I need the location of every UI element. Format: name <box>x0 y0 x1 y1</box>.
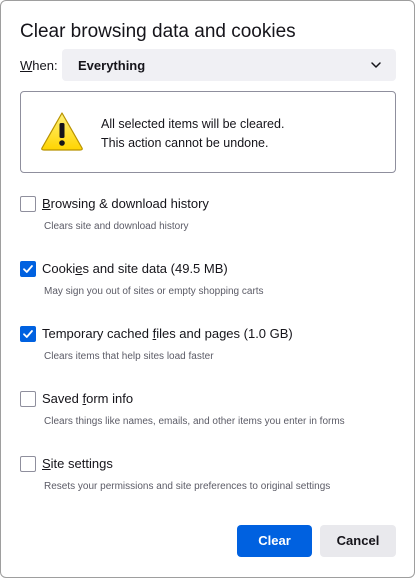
warning-box: All selected items will be cleared. This… <box>20 91 396 173</box>
label-part: Cooki <box>42 261 76 276</box>
browsing-history-label[interactable]: Browsing & download history <box>42 196 209 211</box>
label-part: Saved <box>42 391 83 406</box>
cookies-checkbox[interactable] <box>20 261 36 277</box>
label-part: ite settings <box>50 456 113 471</box>
site-settings-label[interactable]: Site settings <box>42 456 113 471</box>
form-info-description: Clears things like names, emails, and ot… <box>44 416 345 427</box>
when-label-mnemonic: W <box>20 58 33 73</box>
label-part: Temporary cached <box>42 326 153 341</box>
label-part: iles and pages (1.0 GB) <box>156 326 293 341</box>
cached-files-label[interactable]: Temporary cached files and pages (1.0 GB… <box>42 326 293 341</box>
label-mnemonic: S <box>42 456 51 471</box>
cancel-button[interactable]: Cancel <box>320 525 396 557</box>
checkmark-icon <box>23 265 33 273</box>
cookies-description: May sign you out of sites or empty shopp… <box>44 286 264 297</box>
dialog-title: Clear browsing data and cookies <box>20 21 296 42</box>
cached-files-description: Clears items that help sites load faster <box>44 351 214 362</box>
cached-files-checkbox[interactable] <box>20 326 36 342</box>
when-label-rest: hen: <box>32 58 58 73</box>
site-settings-description: Resets your permissions and site prefere… <box>44 481 331 492</box>
form-info-label[interactable]: Saved form info <box>42 391 133 406</box>
warning-triangle-icon <box>41 112 83 151</box>
chevron-down-icon <box>371 62 381 68</box>
time-range-value: Everything <box>78 58 146 73</box>
label-part: orm info <box>86 391 134 406</box>
browsing-history-description: Clears site and download history <box>44 221 189 232</box>
checkmark-icon <box>23 330 33 338</box>
browsing-history-checkbox[interactable] <box>20 196 36 212</box>
warning-line-1: All selected items will be cleared. <box>101 117 285 131</box>
label-part: s and site data (49.5 MB) <box>82 261 228 276</box>
label-part: rowsing & download history <box>50 196 209 211</box>
when-label: When: <box>20 58 58 73</box>
clear-data-dialog: Clear browsing data and cookies When: Ev… <box>0 0 415 578</box>
cookies-label[interactable]: Cookies and site data (49.5 MB) <box>42 261 228 276</box>
warning-line-2: This action cannot be undone. <box>101 136 269 150</box>
form-info-checkbox[interactable] <box>20 391 36 407</box>
clear-button[interactable]: Clear <box>237 525 312 557</box>
time-range-select[interactable]: Everything <box>62 49 396 81</box>
label-mnemonic: B <box>42 196 51 211</box>
site-settings-checkbox[interactable] <box>20 456 36 472</box>
